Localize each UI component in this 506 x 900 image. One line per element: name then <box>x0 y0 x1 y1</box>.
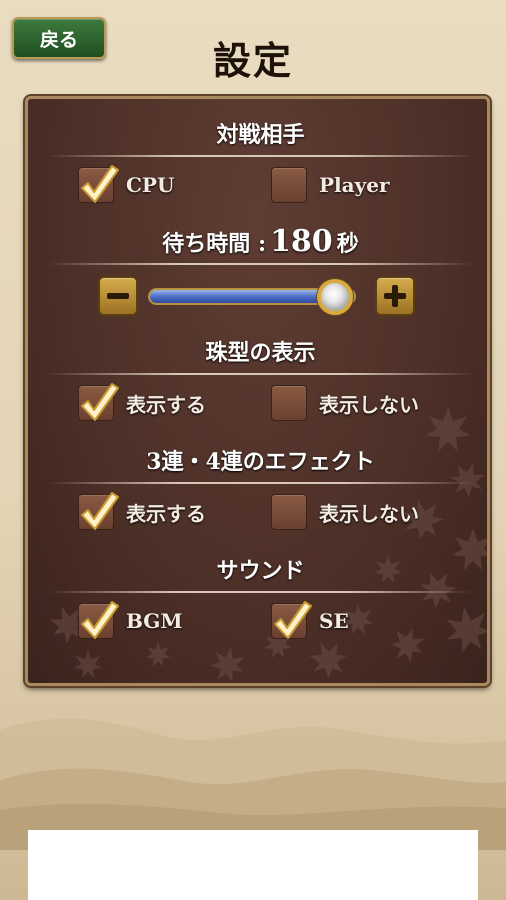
checkmark-icon <box>81 492 119 530</box>
se-checkbox[interactable] <box>271 601 312 639</box>
divider <box>48 263 473 265</box>
orb-display-hide-option[interactable]: 表示しない <box>271 385 419 421</box>
checkmark-icon <box>81 165 119 203</box>
orb-hide-checkbox[interactable] <box>271 385 307 421</box>
opponent-player-option[interactable]: Player <box>271 167 389 203</box>
orb-show-checkbox[interactable] <box>78 383 119 421</box>
bgm-checkbox[interactable] <box>78 601 119 639</box>
increase-button[interactable] <box>375 276 415 316</box>
effect-show-label: 表示する <box>126 501 206 526</box>
se-label: SE <box>319 609 349 633</box>
effect-hide-label: 表示しない <box>319 501 419 526</box>
divider <box>48 482 473 484</box>
cpu-checkbox[interactable] <box>78 165 119 203</box>
divider <box>48 155 473 157</box>
player-label: Player <box>319 173 390 197</box>
combo-effect-section-title: 3連・4連のエフェクト <box>146 449 375 475</box>
orb-show-label: 表示する <box>126 392 206 417</box>
bgm-label: BGM <box>126 609 183 633</box>
wait-time-title: 待ち時間 : 180 秒 <box>28 224 487 259</box>
decrease-button[interactable] <box>98 276 138 316</box>
player-checkbox[interactable] <box>271 167 307 203</box>
cpu-label: CPU <box>126 173 175 197</box>
orb-display-show-option[interactable]: 表示する <box>78 383 206 421</box>
checkmark-icon <box>274 601 312 639</box>
opponent-section-title: 対戦相手 <box>216 122 305 148</box>
wait-time-value: 180 <box>270 224 333 259</box>
sound-bgm-option[interactable]: BGM <box>78 601 183 639</box>
divider <box>48 373 473 375</box>
minus-icon <box>107 293 129 299</box>
combo-effect-hide-option[interactable]: 表示しない <box>271 494 419 530</box>
effect-show-checkbox[interactable] <box>78 492 119 530</box>
combo-effect-show-option[interactable]: 表示する <box>78 492 206 530</box>
orb-hide-label: 表示しない <box>319 392 419 417</box>
effect-hide-checkbox[interactable] <box>271 494 307 530</box>
wait-time-unit: 秒 <box>336 231 359 257</box>
sound-se-option[interactable]: SE <box>271 601 349 639</box>
divider <box>48 591 473 593</box>
wait-time-label: 待ち時間 : <box>162 231 267 257</box>
page-title: 設定 <box>212 38 293 83</box>
ad-banner-area <box>28 830 478 900</box>
checkmark-icon <box>81 383 119 421</box>
sound-section-title: サウンド <box>216 558 305 584</box>
slider-handle[interactable] <box>317 279 354 315</box>
opponent-cpu-option[interactable]: CPU <box>78 165 175 203</box>
checkmark-icon <box>81 601 119 639</box>
orb-display-section-title: 珠型の表示 <box>205 340 316 366</box>
settings-panel: 対戦相手 CPU Player 待ち時間 : 180 秒 珠型の表示 表示する … <box>25 96 490 686</box>
mountain-background <box>0 718 506 850</box>
